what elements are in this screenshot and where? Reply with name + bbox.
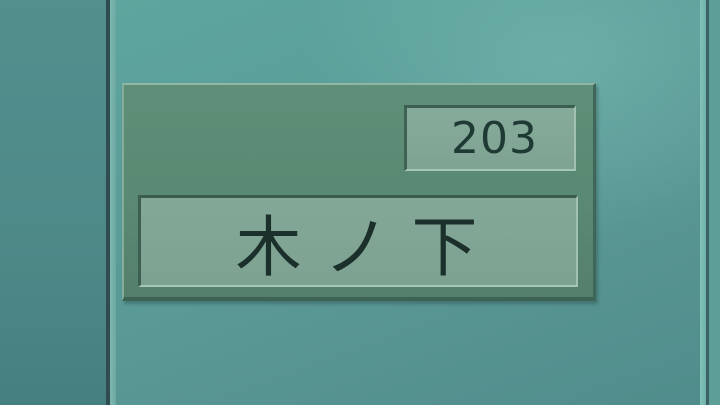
adjacent-panel-right — [709, 0, 720, 405]
room-number-window: 203 — [404, 105, 576, 171]
resident-name: 木ノ下 — [235, 208, 500, 286]
adjacent-wall — [0, 0, 106, 405]
door-frame-bevel — [110, 0, 116, 405]
name-card-window: 木ノ下 — [138, 195, 578, 287]
door-scene: 203 木ノ下 — [0, 0, 720, 405]
door-nameplate: 203 木ノ下 — [122, 83, 596, 301]
room-number: 203 — [451, 113, 538, 164]
